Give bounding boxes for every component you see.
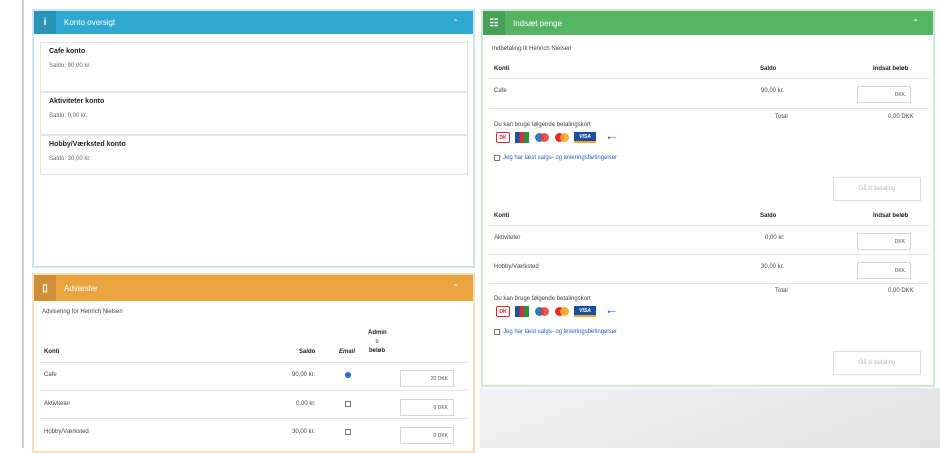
advarsler-panel-title: Advarsler <box>64 283 98 293</box>
col-saldo: Saldo <box>760 66 777 72</box>
total-label: Total <box>775 114 788 120</box>
checkbox-icon[interactable] <box>494 155 500 161</box>
admin-amount-input[interactable]: 0 DKK <box>400 399 454 416</box>
payment-cards: DK VISA ▸— <box>496 132 623 143</box>
dankort-icon: DK <box>496 132 510 143</box>
jcb-icon <box>515 132 529 143</box>
account-title: Cafe konto <box>49 48 86 55</box>
col-konti: Konti <box>494 66 510 72</box>
col-konti: Konti <box>44 349 60 355</box>
account-aktiviteter[interactable]: Aktiviteter konto Saldo: 0,00 kr. <box>40 92 468 135</box>
mastercard-icon <box>554 306 569 317</box>
dankort-icon: DK <box>496 306 510 317</box>
divider <box>489 108 929 109</box>
indsaet-panel-title: Indsæt penge <box>513 18 562 28</box>
total-label: Total <box>775 288 788 294</box>
col-saldo: Saldo <box>299 349 316 355</box>
row-saldo: 0,00 kr. <box>765 235 785 241</box>
chevron-up-icon[interactable]: ⌃ <box>452 283 459 292</box>
row-saldo: 90,00 kr. <box>292 372 316 378</box>
admin-amount-input[interactable]: 20 DKK <box>400 370 454 387</box>
account-saldo: Saldo: 30,00 kr. <box>49 156 91 162</box>
col-konti: Konti <box>494 213 510 219</box>
col-email: Email <box>339 349 356 355</box>
payment-cards: DK VISA ▸— <box>496 306 623 317</box>
go-to-payment-button[interactable]: Gå til betaling <box>833 177 921 201</box>
deposit-amount-input[interactable]: DKK <box>857 233 911 250</box>
mobilepay-icon: ▸— <box>601 132 623 143</box>
row-konto: Hobby/Værksted <box>494 264 539 270</box>
row-konto: Aktiviteter <box>44 401 71 407</box>
advarsler-panel: ▯ Advarsler ⌃ Advisering for Henrich Nie… <box>32 273 475 453</box>
divider <box>489 78 929 79</box>
account-cafe[interactable]: Cafe konto Saldo: 90,00 kr. <box>40 42 468 92</box>
email-checkbox[interactable] <box>345 401 351 407</box>
checkbox-icon[interactable] <box>494 329 500 335</box>
maestro-icon <box>534 132 549 143</box>
cards-text: Du kan bruge følgende betalingskort <box>494 296 591 302</box>
total-value: 0,00 DKK <box>888 288 914 294</box>
total-value: 0,00 DKK <box>888 114 914 120</box>
konto-panel-header[interactable]: i Konto oversigt ⌃ <box>34 11 473 34</box>
mobilepay-icon: ▸— <box>601 306 623 317</box>
col-indsat: Indsat beløb <box>873 66 909 72</box>
email-checkbox[interactable] <box>345 429 351 435</box>
page-edge-divider <box>22 0 24 448</box>
deposit-amount-input[interactable]: DKK <box>857 86 911 103</box>
row-konto: Cafe <box>494 88 507 94</box>
row-saldo: 0,00 kr. <box>296 401 316 407</box>
account-title: Hobby/Værksted konto <box>49 141 126 148</box>
terms-checkbox[interactable]: Jeg har læst salgs- og leveringsbetingel… <box>494 329 617 335</box>
background-area <box>480 388 940 448</box>
info-icon: i <box>34 11 56 34</box>
advarsler-subtitle: Advisering for Henrich Nielsen <box>42 309 123 315</box>
account-hobby[interactable]: Hobby/Værksted konto Saldo: 30,00 kr. <box>40 135 468 175</box>
row-saldo: 30,00 kr. <box>292 429 316 435</box>
terms-label[interactable]: Jeg har læst salgs- og leveringsbetingel… <box>503 155 617 161</box>
account-title: Aktiviteter konto <box>49 98 105 105</box>
phone-icon: ▯ <box>34 275 56 301</box>
maestro-icon <box>534 306 549 317</box>
indsaet-penge-panel: ☷ Indsæt penge ⌃ Indbetaling til Henrich… <box>481 9 935 387</box>
cards-text: Du kan bruge følgende betalingskort <box>494 122 591 128</box>
visa-icon: VISA <box>574 306 596 317</box>
mastercard-icon <box>554 132 569 143</box>
indsaet-subtitle: Indbetaling til Henrich Nielsen <box>492 46 572 52</box>
col-admin: Admin ≡ beløb <box>368 330 387 354</box>
row-konto: Hobby/Værksted <box>44 429 89 435</box>
divider <box>489 254 929 255</box>
email-checkbox-checked[interactable] <box>345 372 351 378</box>
advarsler-panel-header[interactable]: ▯ Advarsler ⌃ <box>34 275 473 301</box>
account-saldo: Saldo: 0,00 kr. <box>49 113 88 119</box>
col-indsat: Indsat beløb <box>873 213 909 219</box>
row-saldo: 30,00 kr. <box>761 264 785 270</box>
account-saldo: Saldo: 90,00 kr. <box>49 63 91 69</box>
indsaet-panel-header[interactable]: ☷ Indsæt penge ⌃ <box>483 11 933 35</box>
deposit-amount-input[interactable]: DKK <box>857 262 911 279</box>
divider <box>40 390 468 391</box>
money-icon: ☷ <box>483 11 505 35</box>
row-konto: Aktiviteter <box>494 235 521 241</box>
jcb-icon <box>515 306 529 317</box>
divider <box>40 362 468 363</box>
terms-label[interactable]: Jeg har læst salgs- og leveringsbetingel… <box>503 329 617 335</box>
chevron-up-icon[interactable]: ⌃ <box>452 18 459 27</box>
visa-icon: VISA <box>574 132 596 143</box>
go-to-payment-button[interactable]: Gå til betaling <box>833 351 921 375</box>
chevron-up-icon[interactable]: ⌃ <box>912 18 919 27</box>
divider <box>489 283 929 284</box>
konto-oversigt-panel: i Konto oversigt ⌃ Cafe konto Saldo: 90,… <box>32 9 475 268</box>
terms-checkbox[interactable]: Jeg har læst salgs- og leveringsbetingel… <box>494 155 617 161</box>
konto-panel-title: Konto oversigt <box>64 18 116 27</box>
divider <box>40 418 468 419</box>
col-saldo: Saldo <box>760 213 777 219</box>
row-konto: Cafe <box>44 372 57 378</box>
divider <box>489 225 929 226</box>
row-saldo: 90,00 kr. <box>761 88 785 94</box>
admin-amount-input[interactable]: 0 DKK <box>400 427 454 444</box>
